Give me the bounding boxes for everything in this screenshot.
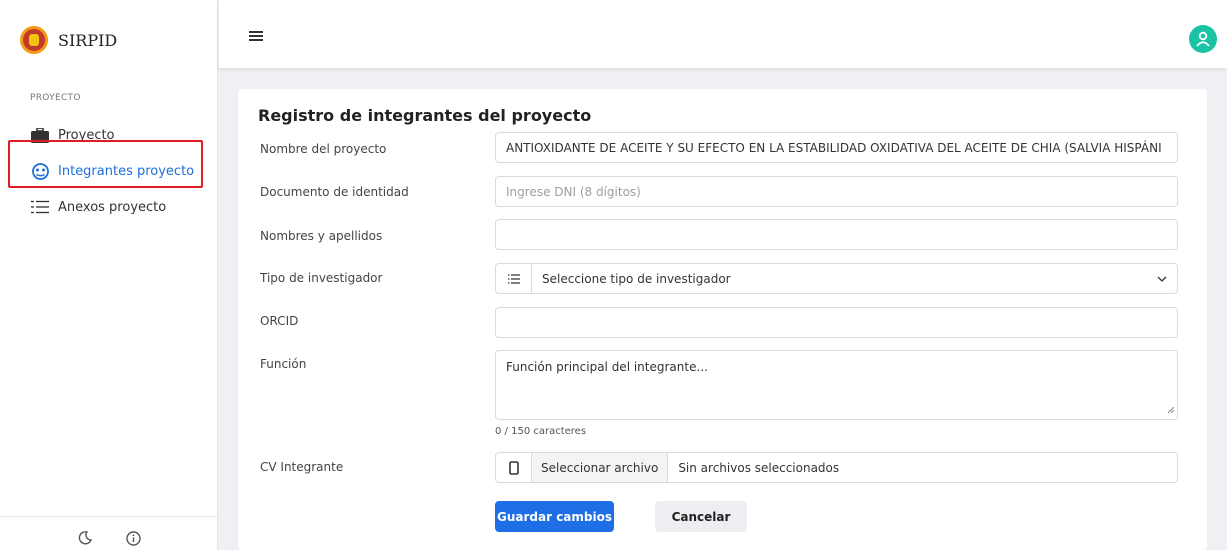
- list-icon: [496, 264, 532, 293]
- cv-file-input[interactable]: Seleccionar archivo Sin archivos selecci…: [495, 452, 1178, 483]
- character-counter: 0 / 150 caracteres: [495, 426, 587, 437]
- role-label: Función: [260, 357, 307, 371]
- sidebar-section-label: PROYECTO: [30, 93, 81, 103]
- sidebar-footer: [0, 516, 218, 550]
- dni-input[interactable]: Ingrese DNI (8 dígitos): [495, 176, 1178, 207]
- resize-handle-icon[interactable]: [1167, 402, 1175, 416]
- orcid-input[interactable]: [495, 307, 1178, 338]
- role-placeholder: Función principal del integrante...: [506, 360, 708, 374]
- full-name-input[interactable]: [495, 219, 1178, 250]
- app-logo: [20, 26, 48, 54]
- page-title: Registro de integrantes del proyecto: [258, 106, 592, 125]
- sidebar: SIRPID PROYECTO Proyecto Integrantes pro…: [0, 0, 218, 550]
- project-name-field[interactable]: ANTIOXIDANTE DE ACEITE Y SU EFECTO EN LA…: [495, 132, 1178, 163]
- sidebar-item-anexos[interactable]: Anexos proyecto: [0, 189, 217, 225]
- user-avatar[interactable]: [1189, 25, 1217, 53]
- researcher-type-label: Tipo de investigador: [260, 271, 383, 285]
- dni-label: Documento de identidad: [260, 185, 409, 199]
- file-status: Sin archivos seleccionados: [678, 460, 840, 475]
- researcher-type-select[interactable]: Seleccione tipo de investigador: [495, 263, 1178, 294]
- phone-icon: [496, 453, 532, 482]
- app-name: SIRPID: [58, 30, 118, 50]
- form-card: Registro de integrantes del proyecto Nom…: [238, 89, 1207, 550]
- cv-label: CV Integrante: [260, 460, 344, 474]
- brand[interactable]: SIRPID: [0, 0, 217, 80]
- info-icon[interactable]: [125, 531, 141, 550]
- active-item-highlight: [8, 140, 203, 188]
- topbar: [219, 0, 1227, 68]
- list-icon: [30, 199, 50, 215]
- cancel-button[interactable]: Cancelar: [655, 501, 747, 532]
- chevron-down-icon: [1147, 276, 1177, 282]
- choose-file-button[interactable]: Seleccionar archivo: [532, 453, 669, 482]
- sidebar-item-label: Anexos proyecto: [58, 199, 167, 215]
- orcid-label: ORCID: [260, 314, 299, 328]
- role-textarea[interactable]: Función principal del integrante...: [495, 350, 1178, 420]
- save-button[interactable]: Guardar cambios: [495, 501, 614, 532]
- full-name-label: Nombres y apellidos: [260, 229, 383, 243]
- project-name-label: Nombre del proyecto: [260, 142, 387, 156]
- hamburger-menu-icon[interactable]: [249, 31, 263, 41]
- moon-icon[interactable]: [78, 531, 92, 550]
- researcher-type-value: Seleccione tipo de investigador: [542, 271, 731, 286]
